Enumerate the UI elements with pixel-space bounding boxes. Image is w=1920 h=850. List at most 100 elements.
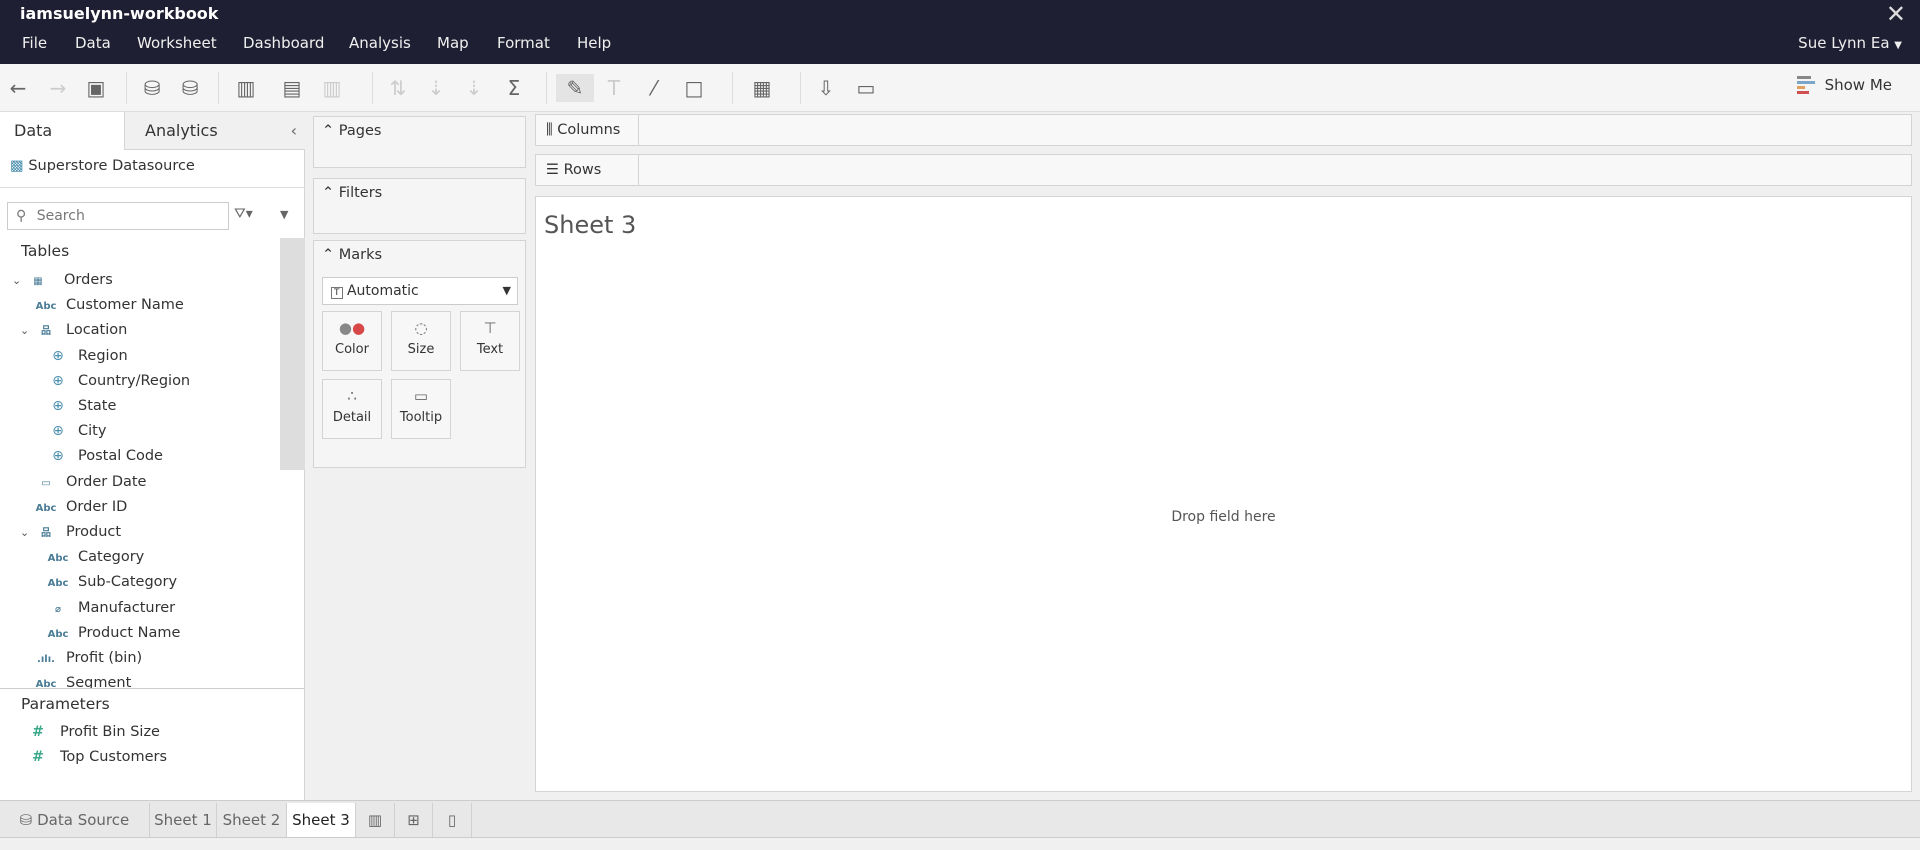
field-label: Country/Region xyxy=(78,372,191,389)
field-item[interactable]: ⌀ Manufacturer xyxy=(0,596,175,621)
field-item[interactable]: ⊕ City xyxy=(0,419,106,444)
menu-format[interactable]: Format xyxy=(497,34,550,52)
search-placeholder: Search xyxy=(36,208,85,224)
mark-type-select[interactable]: T Automatic ▼ xyxy=(322,277,518,305)
duplicate-sheet-icon[interactable]: ▤ xyxy=(278,74,306,102)
parameter-item[interactable]: # Profit Bin Size xyxy=(0,720,160,745)
chevron-down-icon[interactable]: ⌄ xyxy=(20,520,34,545)
pages-card[interactable]: ⌃ Pages xyxy=(313,116,526,168)
field-item[interactable]: ⊕ State xyxy=(0,394,116,419)
field-item[interactable]: ⌄ 品 Product xyxy=(0,520,121,545)
field-label: Product xyxy=(66,524,122,540)
text-mark-icon: T xyxy=(331,287,343,299)
search-input[interactable]: ⚲ Search xyxy=(7,202,229,230)
close-icon[interactable]: ✕ xyxy=(1886,0,1906,28)
tab-data-source[interactable]: ⛁ Data Source xyxy=(0,803,150,837)
globe-icon: ⊕ xyxy=(52,398,64,414)
field-item[interactable]: ⌄ 品 Location xyxy=(0,318,127,343)
field-item[interactable]: Abc Segment xyxy=(0,671,132,688)
tab-sheet-3[interactable]: Sheet 3 xyxy=(287,803,356,837)
field-item[interactable]: ⊕ Region xyxy=(0,344,128,369)
filters-card[interactable]: ⌃ Filters xyxy=(313,178,526,234)
text-button[interactable]: ⊤ Text xyxy=(460,311,520,371)
datasource-item[interactable]: ▩ Superstore Datasource xyxy=(10,154,195,178)
string-icon: Abc xyxy=(47,553,69,565)
field-label: Sub-Category xyxy=(78,574,178,591)
save-icon[interactable]: ▣ xyxy=(82,74,110,102)
data-source-label: Data Source xyxy=(37,811,130,829)
highlight-icon[interactable]: ✎ xyxy=(556,74,594,102)
size-button[interactable]: ◌ Size xyxy=(391,311,451,371)
field-item[interactable]: Abc Customer Name xyxy=(0,293,184,318)
download-icon[interactable]: ⇩ xyxy=(812,74,840,102)
field-item[interactable]: Abc Order ID xyxy=(0,495,128,520)
field-label: Order ID xyxy=(66,498,128,515)
clear-sheet-icon[interactable]: ▥ xyxy=(318,74,346,102)
totals-icon[interactable]: Σ xyxy=(500,74,528,102)
number-icon: # xyxy=(32,724,44,740)
menu-map[interactable]: Map xyxy=(437,34,469,52)
divider xyxy=(732,72,733,104)
tab-sheet-1[interactable]: Sheet 1 xyxy=(150,803,217,837)
tab-analytics[interactable]: Analytics ‹ xyxy=(124,112,305,150)
forward-icon[interactable]: → xyxy=(44,74,72,102)
field-item[interactable]: ▭ Order Date xyxy=(0,470,146,495)
view-canvas[interactable]: Sheet 3 Drop field here xyxy=(535,196,1912,792)
filter-icon[interactable]: ⛛▾ xyxy=(234,206,253,222)
field-item[interactable]: ⌄ ▦ Orders xyxy=(0,268,113,293)
marks-header: ⌃ Marks xyxy=(322,247,382,263)
pause-updates-icon[interactable]: ⛁ xyxy=(176,74,204,102)
field-item[interactable]: Abc Sub-Category xyxy=(0,570,178,595)
data-pane: Data Analytics ‹ ▩ Superstore Datasource … xyxy=(0,112,305,800)
rows-shelf[interactable]: ☰ Rows xyxy=(535,154,1912,186)
menu-worksheet[interactable]: Worksheet xyxy=(137,34,217,52)
fit-icon[interactable]: □ xyxy=(680,74,708,102)
calendar-icon: ▭ xyxy=(41,477,51,489)
new-dashboard-icon[interactable]: ⊞ xyxy=(395,803,433,837)
menu-file[interactable]: File xyxy=(22,34,47,52)
parameter-item[interactable]: # Top Customers xyxy=(0,745,167,770)
menu-help[interactable]: Help xyxy=(577,34,611,52)
columns-shelf[interactable]: ⫼ Columns xyxy=(535,114,1912,146)
tab-data[interactable]: Data xyxy=(0,112,124,150)
presentation-icon[interactable]: ▭ xyxy=(852,74,880,102)
field-item[interactable]: ⊕ Postal Code xyxy=(0,444,163,469)
dropdown-icon: ▼ xyxy=(502,284,511,297)
collapse-icon[interactable]: ‹ xyxy=(291,112,297,150)
field-item[interactable]: .ılı. Profit (bin) xyxy=(0,646,142,671)
menu-analysis[interactable]: Analysis xyxy=(349,34,411,52)
user-menu[interactable]: Sue Lynn Ea ▼ xyxy=(1798,34,1902,52)
show-me-button[interactable]: Show Me xyxy=(1796,76,1892,94)
sort-ascending-icon[interactable]: ⇣ xyxy=(422,74,450,102)
field-item[interactable]: ⊕ Country/Region xyxy=(0,369,190,394)
menu-data[interactable]: Data xyxy=(75,34,111,52)
sort-descending-icon[interactable]: ⇣ xyxy=(460,74,488,102)
field-item[interactable]: Abc Category xyxy=(0,545,145,570)
tooltip-button[interactable]: ▭ Tooltip xyxy=(391,379,451,439)
new-datasource-icon[interactable]: ⛁ xyxy=(138,74,166,102)
dropdown-icon[interactable]: ▼ xyxy=(280,208,288,221)
columns-icon: ⫼ xyxy=(546,122,553,138)
detail-button[interactable]: ∴ Detail xyxy=(322,379,382,439)
color-button[interactable]: ●● Color xyxy=(322,311,382,371)
globe-icon: ⊕ xyxy=(52,372,64,389)
show-cards-icon[interactable]: ▦ xyxy=(748,74,776,102)
scrollbar[interactable] xyxy=(280,238,305,470)
pages-header: ⌃ Pages xyxy=(322,123,381,139)
chevron-down-icon[interactable]: ⌄ xyxy=(12,268,26,293)
tab-sheet-2[interactable]: Sheet 2 xyxy=(217,803,287,837)
chevron-down-icon[interactable]: ⌄ xyxy=(20,318,34,343)
menu-dashboard[interactable]: Dashboard xyxy=(243,34,324,52)
rows-label: ☰ Rows xyxy=(536,155,639,185)
new-worksheet-icon[interactable]: ▥ xyxy=(356,803,395,837)
new-story-icon[interactable]: ▯ xyxy=(433,803,472,837)
field-label: Profit (bin) xyxy=(66,650,143,666)
format-workbook-icon[interactable]: ⁄ xyxy=(640,74,668,102)
drop-field-hint: Drop field here xyxy=(1171,509,1276,525)
new-worksheet-icon[interactable]: ▥ xyxy=(232,74,260,102)
labels-icon[interactable]: T xyxy=(600,74,628,102)
swap-icon[interactable]: ⇅ xyxy=(384,74,412,102)
field-item[interactable]: Abc Product Name xyxy=(0,621,181,646)
marks-card: ⌃ Marks T Automatic ▼ ●● Color ◌ Size ⊤ Text… xyxy=(313,240,526,468)
back-icon[interactable]: ← xyxy=(4,74,32,102)
